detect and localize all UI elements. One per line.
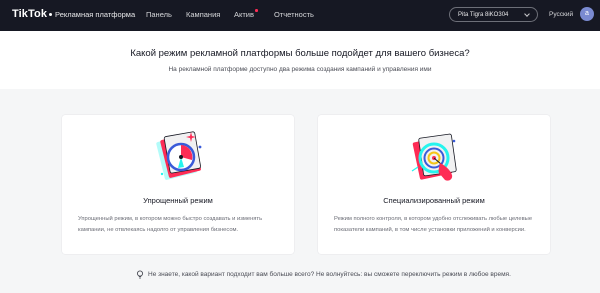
page-subtitle: На рекламной платформе доступно два режи… [168,66,432,73]
lightbulb-icon [136,270,144,279]
compass-icon [156,131,202,180]
simplified-mode-title: Упрощенный режим [143,196,213,205]
logo-wordmark: TikTok [12,8,48,20]
simplified-mode-description: Упрощенный режим, в котором можно быстро… [78,216,263,233]
simplified-mode-card[interactable]: Упрощенный режим Упрощенный режим, в кот… [62,115,294,254]
top-navigation-bar: TikTok Рекламная платформа Панель Кампан… [0,0,600,31]
notification-dot [255,9,258,12]
target-click-icon [411,133,457,181]
logo-subtitle: Рекламная платформа [55,10,136,19]
hero-section: Какой режим рекламной платформы больше п… [0,31,600,89]
avatar[interactable]: a [580,7,594,21]
nav-assets[interactable]: Актив [234,10,254,19]
custom-mode-card[interactable]: Специализированный режим Режим полного к… [318,115,550,254]
custom-mode-title: Специализированный режим [383,196,485,205]
account-name: Pita Tigra 8iKO304 [458,11,509,18]
language-selector[interactable]: Русский [549,11,573,18]
nav-reporting[interactable]: Отчетность [274,10,314,19]
chevron-down-icon [524,11,530,17]
page-title: Какой режим рекламной платформы больше п… [130,48,470,59]
logo-separator-dot [49,13,53,16]
nav-dashboard[interactable]: Панель [146,10,172,19]
tiktok-ads-logo[interactable]: TikTok Рекламная платформа [12,8,135,20]
mode-switch-hint: Не знаете, какой вариант подходит вам бо… [136,270,511,279]
custom-mode-description: Режим полного контроля, в котором удобно… [334,216,533,233]
hint-text: Не знаете, какой вариант подходит вам бо… [148,271,511,278]
account-selector[interactable]: Pita Tigra 8iKO304 [449,7,538,22]
nav-campaign[interactable]: Кампания [186,10,220,19]
